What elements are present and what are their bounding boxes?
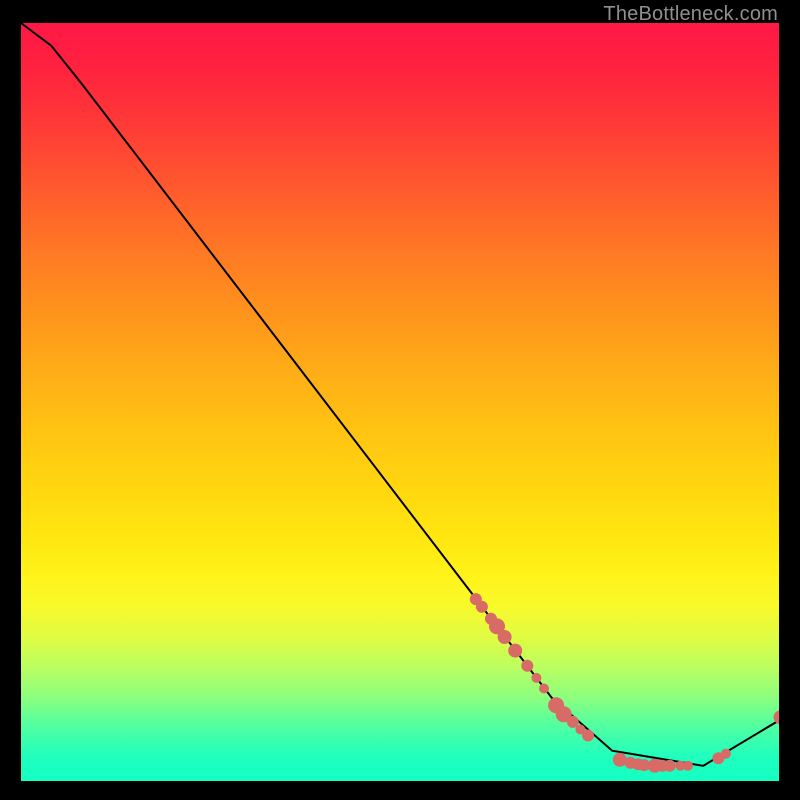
curve-line bbox=[21, 23, 779, 766]
data-point bbox=[721, 749, 731, 759]
data-point bbox=[476, 601, 488, 613]
data-points bbox=[470, 593, 779, 773]
chart-container: TheBottleneck.com bbox=[0, 0, 800, 800]
data-point bbox=[498, 630, 512, 644]
data-point bbox=[521, 660, 533, 672]
chart-overlay bbox=[21, 23, 779, 781]
data-point bbox=[539, 684, 549, 694]
data-point bbox=[613, 753, 627, 767]
data-point bbox=[582, 730, 594, 742]
data-point bbox=[531, 673, 541, 683]
data-point bbox=[508, 644, 522, 658]
data-point bbox=[664, 760, 676, 772]
curve-path bbox=[21, 23, 779, 766]
data-point bbox=[683, 761, 693, 771]
